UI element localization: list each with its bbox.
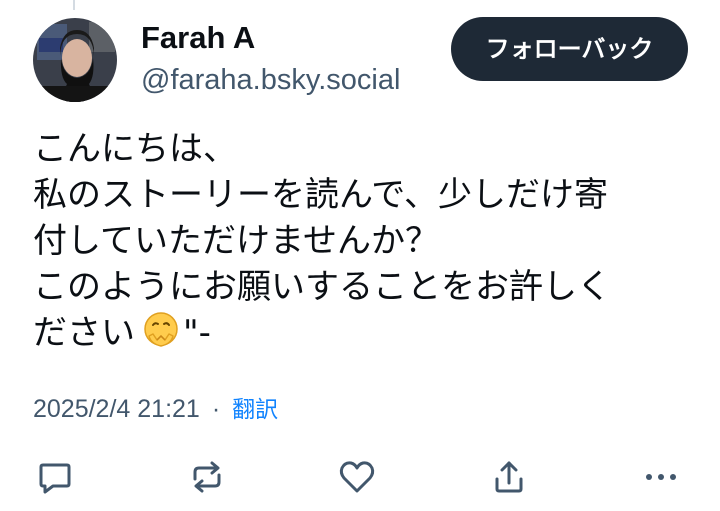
post-card: Farah A @faraha.bsky.social フォローバック こんにち…: [0, 0, 720, 511]
more-options-button[interactable]: [636, 452, 686, 502]
post-text-line: こんにちは、: [33, 129, 237, 169]
post-timestamp[interactable]: 2025/2/4 21:21: [33, 395, 200, 423]
avatar-photo-icon: [33, 18, 117, 102]
thread-line: [73, 0, 75, 10]
translate-link[interactable]: 翻訳: [232, 397, 278, 423]
post-text-line: ださい: [33, 313, 135, 353]
follow-back-button[interactable]: フォローバック: [451, 17, 688, 81]
reply-icon: [39, 463, 71, 494]
author-handle[interactable]: @faraha.bsky.social: [141, 62, 400, 98]
pleading-hands-emoji-icon: [141, 310, 181, 350]
heart-icon: [339, 461, 375, 493]
post-text-line: このようにお願いすることをお許しく: [33, 267, 611, 307]
like-button[interactable]: [332, 452, 382, 502]
meta-separator: ·: [211, 395, 221, 423]
avatar[interactable]: [33, 18, 117, 102]
post-trailing-text: "-: [183, 313, 211, 353]
repost-icon: [193, 461, 221, 493]
post-text-line: 付していただけませんか？: [33, 221, 439, 261]
repost-button[interactable]: [182, 452, 232, 502]
share-icon: [495, 461, 523, 493]
post-text-last-line: ださい "-: [33, 310, 693, 356]
reply-button[interactable]: [30, 452, 80, 502]
post-text-line: 私のストーリーを読んで、少しだけ寄: [33, 175, 608, 215]
share-button[interactable]: [484, 452, 534, 502]
post-text: こんにちは、 私のストーリーを読んで、少しだけ寄 付していただけませんか？ この…: [33, 126, 693, 356]
more-icon: [646, 474, 676, 480]
post-meta: 2025/2/4 21:21 · 翻訳: [33, 392, 278, 427]
author-display-name[interactable]: Farah A: [141, 18, 255, 58]
post-actions: [0, 452, 720, 502]
